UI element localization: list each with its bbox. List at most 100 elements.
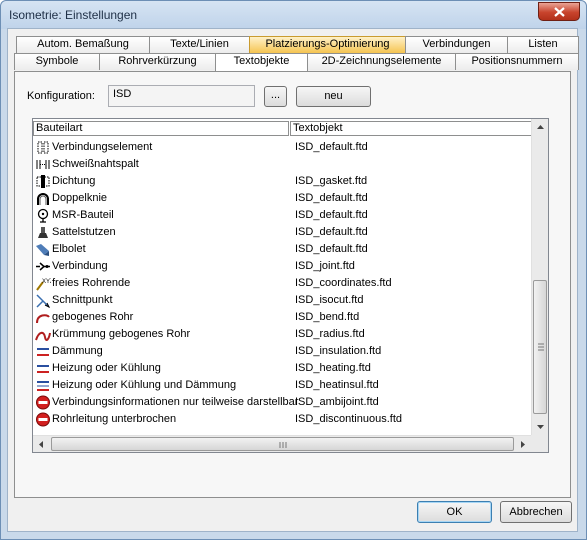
row-textobjekt: ISD_heating.ftd xyxy=(295,362,371,374)
vertical-scroll-thumb[interactable] xyxy=(533,280,547,414)
tab-listen[interactable]: Listen xyxy=(507,36,579,53)
textobject-list[interactable]: Bauteilart Textobjekt Verbindungselement… xyxy=(32,118,549,453)
row-textobjekt: ISD_insulation.ftd xyxy=(295,345,382,357)
configuration-label: Konfiguration: xyxy=(27,90,95,102)
double-bend-icon xyxy=(37,193,49,205)
table-row[interactable]: Sattelstutzen ISD_default.ftd xyxy=(33,224,532,241)
table-row[interactable]: XYZfreies Rohrende ISD_coordinates.ftd xyxy=(33,275,532,292)
heating-icon xyxy=(37,365,49,373)
table-row[interactable]: Verbindungsinformationen nur teilweise d… xyxy=(33,394,532,411)
scroll-up-button[interactable] xyxy=(532,119,548,136)
tab-rohrverkuerzung[interactable]: Rohrverkürzung xyxy=(99,53,216,70)
row-textobjekt: ISD_coordinates.ftd xyxy=(295,277,392,289)
row-bauteilart: Elbolet xyxy=(52,243,86,255)
row-bauteilart: MSR-Bauteil xyxy=(52,209,114,221)
new-button[interactable]: neu xyxy=(296,86,371,107)
table-row[interactable]: Elbolet ISD_default.ftd xyxy=(33,241,532,258)
table-row[interactable]: Krümmung gebogenes Rohr ISD_radius.ftd xyxy=(33,326,532,343)
connection-icon xyxy=(36,262,50,271)
row-textobjekt: ISD_default.ftd xyxy=(295,243,368,255)
tab-autom-bemassung[interactable]: Autom. Bemaßung xyxy=(16,36,150,53)
row-bauteilart: Dämmung xyxy=(52,345,103,357)
row-bauteilart: Dichtung xyxy=(52,175,96,187)
title-bar[interactable]: Isometrie: Einstellungen xyxy=(1,1,586,29)
row-bauteilart: gebogenes Rohr xyxy=(52,311,134,323)
elbolet-icon xyxy=(36,244,49,256)
row-bauteilart: freies Rohrende xyxy=(52,277,131,289)
arrow-up-icon xyxy=(537,125,544,129)
table-row[interactable]: Verbindung ISD_joint.ftd xyxy=(33,258,532,275)
row-bauteilart: Doppelknie xyxy=(52,192,108,204)
browse-button[interactable]: ... xyxy=(264,86,287,107)
msr-component-icon xyxy=(37,208,49,223)
connection-element-icon xyxy=(37,141,49,154)
table-row[interactable]: Schweißnahtspalt xyxy=(33,156,532,173)
tab-texte-linien[interactable]: Texte/Linien xyxy=(149,36,250,53)
row-bauteilart: Sattelstutzen xyxy=(52,226,116,238)
table-row[interactable]: Heizung oder Kühlung und Dämmung ISD_heat… xyxy=(33,377,532,394)
table-row[interactable]: Heizung oder Kühlung ISD_heating.ftd xyxy=(33,360,532,377)
arrow-left-icon xyxy=(39,441,43,448)
row-bauteilart: Heizung oder Kühlung xyxy=(52,362,161,374)
row-bauteilart: Schweißnahtspalt xyxy=(52,158,139,170)
no-entry-icon xyxy=(36,395,50,410)
scroll-down-button[interactable] xyxy=(532,418,548,435)
table-row[interactable]: MSR-Bauteil ISD_default.ftd xyxy=(33,207,532,224)
row-bauteilart: Verbindung xyxy=(52,260,108,272)
horizontal-scrollbar[interactable] xyxy=(33,435,531,452)
table-row[interactable]: gebogenes Rohr ISD_bend.ftd xyxy=(33,309,532,326)
row-textobjekt: ISD_heatinsul.ftd xyxy=(295,379,379,391)
insulation-icon xyxy=(37,348,49,356)
row-textobjekt: ISD_discontinuous.ftd xyxy=(295,413,403,425)
row-bauteilart: Schnittpunkt xyxy=(52,294,113,306)
row-bauteilart: Krümmung gebogenes Rohr xyxy=(52,328,191,340)
tab-verbindungen[interactable]: Verbindungen xyxy=(405,36,508,53)
arrow-right-icon xyxy=(521,441,525,448)
close-button[interactable] xyxy=(538,2,580,21)
row-textobjekt: ISD_isocut.ftd xyxy=(295,294,364,306)
row-bauteilart: Verbindungselement xyxy=(52,141,153,153)
vertical-scrollbar[interactable] xyxy=(531,119,548,435)
table-row[interactable]: Verbindungselement ISD_default.ftd xyxy=(33,139,532,156)
no-entry-icon xyxy=(36,412,50,427)
row-textobjekt: ISD_bend.ftd xyxy=(295,311,360,323)
configuration-field[interactable]: ISD xyxy=(108,85,255,107)
scrollbar-corner xyxy=(531,435,548,452)
row-textobjekt: ISD_default.ftd xyxy=(295,192,368,204)
saddle-nozzle-icon xyxy=(38,227,48,238)
row-textobjekt: ISD_default.ftd xyxy=(295,226,368,238)
row-textobjekt: ISD_default.ftd xyxy=(295,209,368,221)
horizontal-scroll-thumb[interactable] xyxy=(51,437,514,451)
column-header-textobjekt[interactable]: Textobjekt xyxy=(290,121,532,136)
tab-platzierungs-optimierung[interactable]: Platzierungs-Optimierung xyxy=(249,36,406,53)
grip-icon xyxy=(279,442,287,448)
column-header-bauteilart[interactable]: Bauteilart xyxy=(33,121,289,136)
cancel-button[interactable]: Abbrechen xyxy=(500,501,572,523)
row-textobjekt: ISD_default.ftd xyxy=(295,141,368,153)
coordinates-icon: XYZ xyxy=(36,279,51,291)
table-row[interactable]: Rohrleitung unterbrochen ISD_discontinuou… xyxy=(33,411,532,428)
row-bauteilart: Heizung oder Kühlung und Dämmung xyxy=(52,379,237,391)
heating-insulation-icon xyxy=(37,381,49,391)
scroll-left-button[interactable] xyxy=(33,436,50,452)
tab-2d-zeichnungselemente[interactable]: 2D-Zeichnungselemente xyxy=(307,53,456,70)
table-row[interactable]: Dämmung ISD_insulation.ftd xyxy=(33,343,532,360)
curvature-icon xyxy=(35,331,51,341)
tab-textobjekte[interactable]: Textobjekte xyxy=(215,53,308,72)
scroll-right-button[interactable] xyxy=(514,436,531,452)
row-bauteilart: Rohrleitung unterbrochen xyxy=(52,413,177,425)
ok-button[interactable]: OK xyxy=(417,501,492,523)
gasket-icon xyxy=(36,175,50,188)
table-row[interactable]: Doppelknie ISD_default.ftd xyxy=(33,190,532,207)
row-textobjekt: ISD_gasket.ftd xyxy=(295,175,368,187)
row-textobjekt: ISD_radius.ftd xyxy=(295,328,365,340)
close-icon xyxy=(554,7,565,17)
svg-text:XYZ: XYZ xyxy=(42,279,51,285)
tab-positionsnummern[interactable]: Positionsnummern xyxy=(455,53,579,70)
table-row[interactable]: Dichtung ISD_gasket.ftd xyxy=(33,173,532,190)
window-title: Isometrie: Einstellungen xyxy=(9,8,138,22)
table-row[interactable]: Schnittpunkt ISD_isocut.ftd xyxy=(33,292,532,309)
row-textobjekt: ISD_ambijoint.ftd xyxy=(295,396,379,408)
tab-symbole[interactable]: Symbole xyxy=(14,53,100,70)
arrow-down-icon xyxy=(537,425,544,429)
